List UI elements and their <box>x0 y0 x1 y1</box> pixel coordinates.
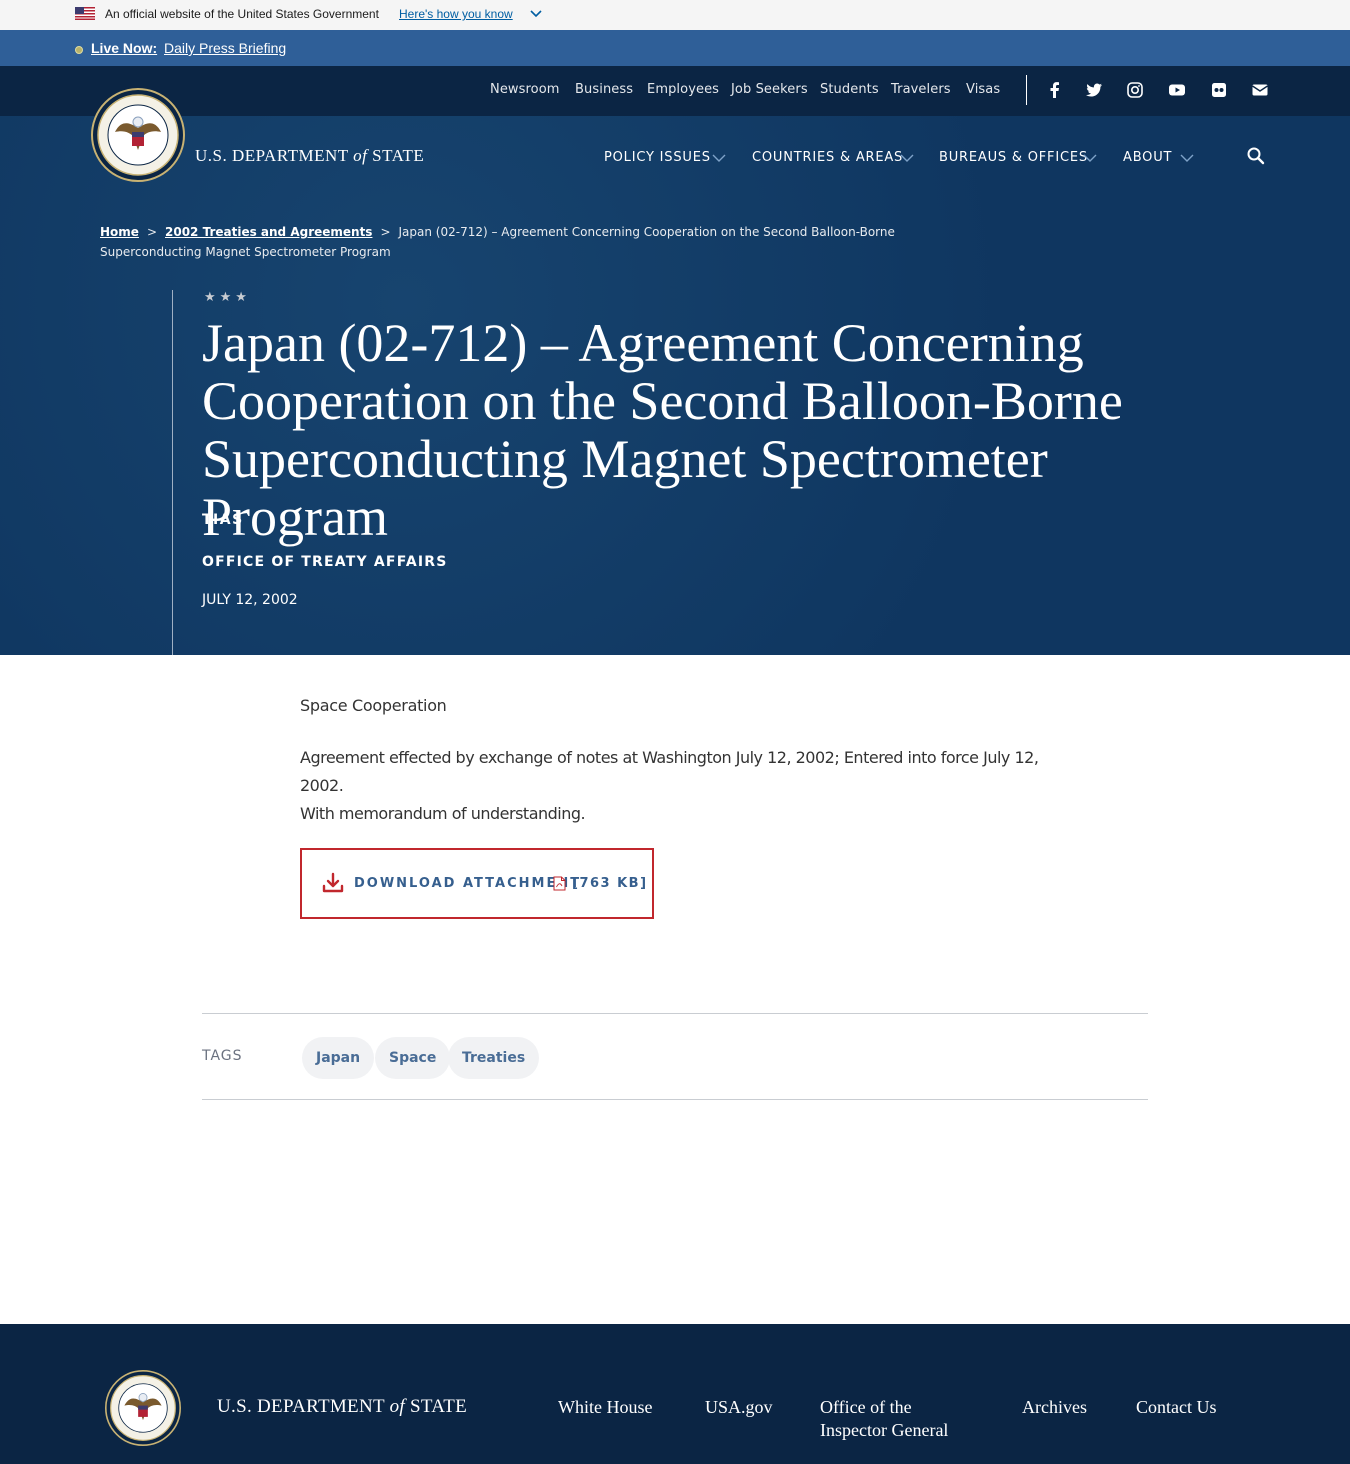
live-indicator-icon <box>75 46 83 54</box>
gov-banner: An official website of the United States… <box>0 0 1350 30</box>
tag-japan[interactable]: Japan <box>302 1037 375 1079</box>
chevron-down-icon[interactable] <box>900 153 914 163</box>
breadcrumb-separator: > <box>380 225 391 239</box>
chevron-down-icon[interactable] <box>1180 153 1194 163</box>
brand-suffix: STATE <box>367 146 425 165</box>
tag-space[interactable]: Space <box>375 1037 451 1079</box>
divider <box>202 1013 1148 1014</box>
footer-brand-wordmark[interactable]: U.S. DEPARTMENT of STATE <box>217 1396 467 1418</box>
facebook-icon[interactable] <box>1046 81 1064 99</box>
email-icon[interactable] <box>1251 81 1269 99</box>
brand-prefix: U.S. DEPARTMENT <box>217 1396 390 1417</box>
divider <box>202 1099 1148 1100</box>
breadcrumb: Home >2002 Treaties and Agreements > Japan … <box>100 222 960 262</box>
utility-divider <box>1026 75 1027 105</box>
breadcrumb-separator: > <box>146 225 157 239</box>
download-size: [763 KB] <box>572 876 648 891</box>
utility-bar: Newsroom Business Employees Job Seekers … <box>0 66 1350 116</box>
description-line: With memorandum of understanding. <box>300 804 586 823</box>
instagram-icon[interactable] <box>1126 81 1144 99</box>
article-topic: Space Cooperation <box>300 696 447 715</box>
site-brand-wordmark[interactable]: U.S. DEPARTMENT of STATE <box>195 146 424 166</box>
article-description: Agreement effected by exchange of notes … <box>300 744 1080 828</box>
brand-of: of <box>353 146 368 165</box>
download-attachment-button[interactable]: DOWNLOAD ATTACHMENT [763 KB] <box>300 848 654 919</box>
flickr-icon[interactable] <box>1210 81 1228 99</box>
breadcrumb-home-link[interactable]: Home <box>100 225 139 239</box>
brand-of: of <box>389 1396 405 1417</box>
search-icon[interactable] <box>1246 146 1266 166</box>
live-now-label[interactable]: Live Now: <box>91 40 157 56</box>
youtube-icon[interactable] <box>1168 81 1186 99</box>
department-seal-logo[interactable] <box>105 1370 181 1446</box>
chevron-down-icon[interactable] <box>530 9 542 19</box>
article-office: OFFICE OF TREATY AFFAIRS <box>202 554 448 570</box>
utility-link-visas[interactable]: Visas <box>966 82 1000 97</box>
article-series: TIAS <box>202 512 244 528</box>
footer-link-inspector-general[interactable]: Office of the Inspector General <box>820 1396 970 1442</box>
utility-link-business[interactable]: Business <box>575 82 633 97</box>
footer-link-archives[interactable]: Archives <box>1022 1396 1087 1419</box>
footer-link-contact-us[interactable]: Contact Us <box>1136 1396 1217 1419</box>
stars-decoration: ★★★ <box>204 290 251 305</box>
nav-bureaus-offices[interactable]: BUREAUS & OFFICES <box>939 150 1088 165</box>
download-icon <box>322 872 344 893</box>
description-line: Agreement effected by exchange of notes … <box>300 748 1039 795</box>
department-seal-logo[interactable] <box>91 88 185 182</box>
nav-about[interactable]: ABOUT <box>1123 150 1172 165</box>
nav-policy-issues[interactable]: POLICY ISSUES <box>604 150 711 165</box>
live-briefing-link[interactable]: Daily Press Briefing <box>164 40 286 56</box>
utility-link-travelers[interactable]: Travelers <box>891 82 951 97</box>
utility-link-students[interactable]: Students <box>820 82 879 97</box>
chevron-down-icon[interactable] <box>712 153 726 163</box>
footer-link-white-house[interactable]: White House <box>558 1396 652 1419</box>
chevron-down-icon[interactable] <box>1083 153 1097 163</box>
article-date: JULY 12, 2002 <box>202 592 298 608</box>
how-you-know-link[interactable]: Here's how you know <box>399 7 513 21</box>
title-accent-line <box>172 290 173 655</box>
live-bar: Live Now: Daily Press Briefing <box>0 30 1350 66</box>
brand-prefix: U.S. DEPARTMENT <box>195 146 354 165</box>
site-header: Newsroom Business Employees Job Seekers … <box>0 66 1350 655</box>
twitter-icon[interactable] <box>1085 81 1103 99</box>
tags-label: TAGS <box>202 1048 243 1064</box>
tag-treaties[interactable]: Treaties <box>448 1037 540 1079</box>
breadcrumb-parent-link[interactable]: 2002 Treaties and Agreements <box>165 225 372 239</box>
download-label: DOWNLOAD ATTACHMENT <box>354 876 582 891</box>
us-flag-icon <box>75 7 95 20</box>
utility-link-newsroom[interactable]: Newsroom <box>490 82 560 97</box>
utility-link-job-seekers[interactable]: Job Seekers <box>731 82 808 97</box>
page-title: Japan (02-712) – Agreement Concerning Co… <box>202 313 1123 547</box>
pdf-file-icon <box>553 876 566 891</box>
utility-link-employees[interactable]: Employees <box>647 82 719 97</box>
footer-link-usa-gov[interactable]: USA.gov <box>705 1396 773 1419</box>
brand-suffix: STATE <box>404 1396 468 1417</box>
site-footer: U.S. DEPARTMENT of STATE White House USA… <box>0 1324 1350 1464</box>
nav-countries-areas[interactable]: COUNTRIES & AREAS <box>752 150 903 165</box>
gov-banner-text: An official website of the United States… <box>105 7 379 21</box>
